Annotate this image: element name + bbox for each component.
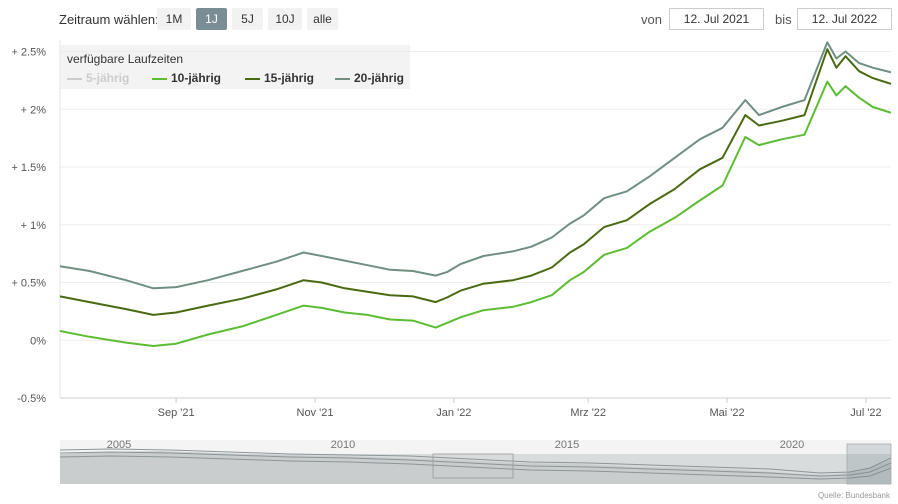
- legend-swatch-5: [67, 77, 82, 80]
- y-tick-label: -0.5%: [17, 393, 46, 405]
- navigator[interactable]: 2005 2010 2015 2020: [0, 430, 898, 504]
- y-tick-label: + 1%: [21, 220, 47, 232]
- legend-swatch-15: [245, 77, 260, 80]
- legend-item-15-jaehrig[interactable]: 15-jährig: [245, 71, 314, 85]
- navigator-selection[interactable]: [846, 443, 892, 485]
- line-15-jaehrig[interactable]: [59, 48, 892, 316]
- line-10-jaehrig[interactable]: [59, 80, 892, 347]
- source-note: Quelle: Bundesbank: [817, 491, 890, 500]
- legend-swatch-20: [335, 77, 350, 80]
- x-tick-label: Mrz '22: [570, 407, 606, 419]
- x-tick-label: Mai '22: [710, 407, 745, 419]
- navigator-year-2015: 2015: [555, 439, 579, 451]
- legend-item-20-jaehrig[interactable]: 20-jährig: [335, 71, 404, 85]
- legend-label-20: 20-jährig: [354, 71, 405, 85]
- y-tick-label: + 1.5%: [11, 162, 46, 174]
- x-tick-label: Sep '21: [158, 407, 195, 419]
- y-tick-label: + 0.5%: [11, 278, 46, 290]
- legend-label-5: 5-jährig: [86, 71, 130, 85]
- x-tick-label: Jul '22: [850, 407, 881, 419]
- x-tick-label: Jan '22: [436, 407, 471, 419]
- legend-title: verfügbare Laufzeiten: [67, 52, 184, 66]
- navigator-year-2005: 2005: [107, 439, 131, 451]
- legend: verfügbare Laufzeiten 5-jährig 10-jährig…: [60, 45, 410, 89]
- legend-item-5-jaehrig[interactable]: 5-jährig: [67, 71, 129, 85]
- x-tick-label: Nov '21: [297, 407, 334, 419]
- legend-swatch-10: [152, 77, 167, 80]
- legend-item-10-jaehrig[interactable]: 10-jährig: [152, 71, 221, 85]
- navigator-year-2020: 2020: [780, 439, 804, 451]
- y-tick-label: + 2.5%: [11, 47, 46, 59]
- legend-label-10: 10-jährig: [171, 71, 222, 85]
- y-tick-label: + 2%: [21, 104, 47, 116]
- navigator-year-2010: 2010: [331, 439, 355, 451]
- y-tick-label: 0%: [30, 335, 46, 347]
- legend-label-15: 15-jährig: [264, 71, 315, 85]
